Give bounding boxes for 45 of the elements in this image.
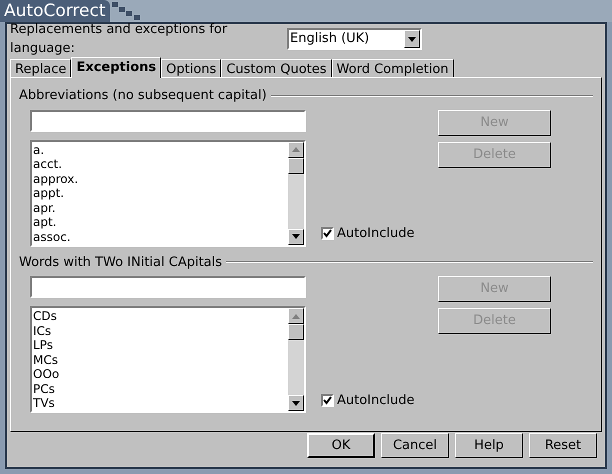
scroll-up-icon[interactable] (288, 142, 304, 158)
tab[interactable]: Exceptions (71, 57, 162, 78)
list-item[interactable]: CDs (33, 309, 288, 324)
checkbox-label[interactable]: AutoInclude (337, 390, 415, 410)
scroll-down-icon[interactable] (288, 228, 304, 244)
tab[interactable]: Word Completion (332, 59, 454, 77)
list-item[interactable]: apr. (33, 200, 288, 215)
list-item[interactable]: approx. (33, 172, 288, 186)
list-item[interactable]: OOo (33, 367, 288, 382)
scrollbar[interactable] (288, 142, 304, 244)
tab[interactable]: Options (161, 59, 222, 77)
scroll-down-icon[interactable] (288, 395, 304, 411)
section-title: Abbreviations (no subsequent capital) (19, 87, 267, 105)
scrollbar[interactable] (288, 308, 304, 411)
list-item[interactable]: appt. (33, 186, 288, 200)
checkbox[interactable] (321, 227, 334, 240)
scroll-thumb[interactable] (288, 324, 304, 340)
list-box[interactable]: a. acct. approx. appt. apr. apt. assoc. (30, 140, 306, 246)
dialog-button[interactable]: Reset (529, 433, 597, 458)
list-item[interactable]: TVs (33, 396, 288, 410)
tab[interactable]: Replace (10, 59, 72, 77)
list-item[interactable]: a. (33, 142, 288, 157)
checkbox[interactable] (321, 394, 334, 407)
entry-field[interactable] (30, 110, 306, 132)
dropdown-value: English (UK) (289, 30, 370, 48)
list-item[interactable]: assoc. (33, 230, 288, 244)
window-title: AutoCorrect (0, 0, 110, 22)
tab[interactable]: Custom Quotes (221, 59, 332, 77)
list-item[interactable]: PCs (33, 382, 288, 396)
dialog-button[interactable]: Cancel (381, 433, 449, 458)
checkbox-label[interactable]: AutoInclude (337, 224, 415, 244)
scroll-thumb[interactable] (288, 158, 304, 174)
list-box[interactable]: CDs ICs LPs MCs OOo PCs TVs (30, 306, 306, 413)
list-item[interactable]: acct. (33, 157, 288, 172)
scroll-up-icon[interactable] (288, 308, 304, 324)
list-item[interactable]: MCs (33, 352, 288, 367)
dialog-button[interactable]: OK (307, 433, 375, 458)
language-dropdown[interactable]: English (UK) (287, 28, 422, 50)
language-label: Replacements and exceptions for language: (10, 20, 228, 58)
list-item[interactable]: apt. (33, 215, 288, 230)
entry-field[interactable] (30, 276, 306, 298)
list-item[interactable]: ICs (33, 324, 288, 338)
dialog-button[interactable]: Help (455, 433, 523, 458)
list-item[interactable]: LPs (33, 338, 288, 352)
section-title: Words with TWo INitial CApitals (19, 254, 222, 272)
